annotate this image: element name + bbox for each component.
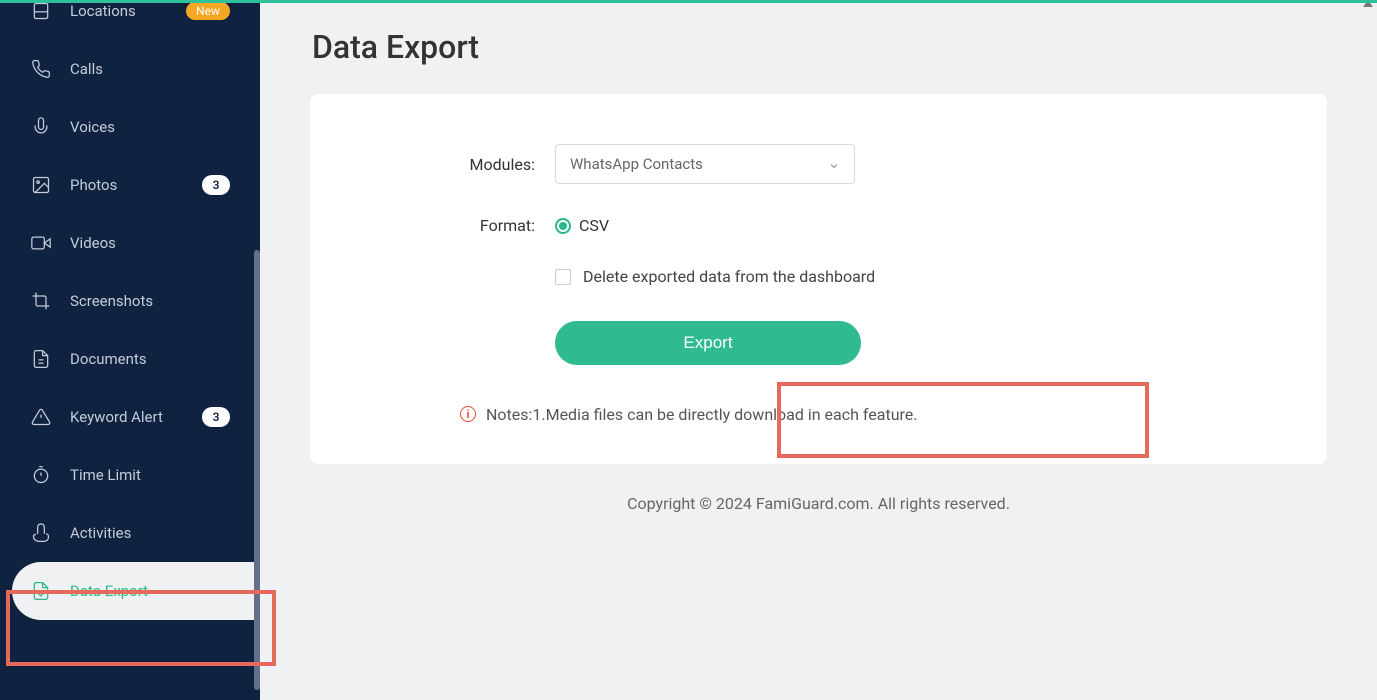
alert-icon bbox=[30, 406, 52, 428]
delete-label: Delete exported data from the dashboard bbox=[583, 267, 875, 286]
sidebar-item-documents[interactable]: Documents bbox=[0, 330, 260, 388]
format-radio-csv[interactable]: CSV bbox=[555, 216, 609, 235]
sidebar-item-label: Time Limit bbox=[70, 466, 141, 484]
sidebar-item-label: Videos bbox=[70, 234, 116, 252]
page-title: Data Export bbox=[312, 28, 1377, 66]
sidebar-item-data-export[interactable]: Data Export bbox=[12, 562, 260, 620]
image-icon bbox=[30, 174, 52, 196]
export-card: Modules: WhatsApp Contacts Format: CSV D… bbox=[310, 94, 1327, 464]
sidebar-item-label: Documents bbox=[70, 350, 147, 368]
sidebar-item-label: Photos bbox=[70, 176, 117, 194]
modules-select[interactable]: WhatsApp Contacts bbox=[555, 144, 855, 184]
sidebar-item-voices[interactable]: Voices bbox=[0, 98, 260, 156]
format-row: Format: CSV bbox=[370, 216, 1267, 235]
sidebar-item-label: Locations bbox=[70, 2, 136, 20]
chevron-down-icon bbox=[828, 158, 840, 170]
video-icon bbox=[30, 232, 52, 254]
notes-row: i Notes:1.Media files can be directly do… bbox=[460, 405, 1267, 424]
sidebar-item-label: Calls bbox=[70, 60, 103, 78]
sidebar-item-time-limit[interactable]: Time Limit bbox=[0, 446, 260, 504]
sidebar-item-photos[interactable]: Photos 3 bbox=[0, 156, 260, 214]
phone-icon bbox=[30, 58, 52, 80]
sidebar-item-label: Voices bbox=[70, 118, 115, 136]
modules-label: Modules: bbox=[370, 155, 535, 174]
sidebar-item-label: Screenshots bbox=[70, 292, 153, 310]
sidebar-item-calls[interactable]: Calls bbox=[0, 40, 260, 98]
pointer-icon bbox=[30, 522, 52, 544]
sidebar-item-locations[interactable]: Locations New bbox=[0, 0, 260, 40]
radio-icon bbox=[555, 218, 571, 234]
main-content: Data Export Modules: WhatsApp Contacts F… bbox=[260, 0, 1377, 700]
sidebar: Locations New Calls Voices Photos 3 Vide… bbox=[0, 0, 260, 700]
delete-checkbox[interactable]: Delete exported data from the dashboard bbox=[555, 267, 875, 286]
crop-icon bbox=[30, 290, 52, 312]
badge-count: 3 bbox=[202, 407, 230, 427]
modules-value: WhatsApp Contacts bbox=[570, 155, 703, 173]
format-value: CSV bbox=[579, 216, 609, 235]
sidebar-item-label: Keyword Alert bbox=[70, 408, 163, 426]
mic-icon bbox=[30, 116, 52, 138]
format-label: Format: bbox=[370, 216, 535, 235]
sidebar-item-activities[interactable]: Activities bbox=[0, 504, 260, 562]
export-icon bbox=[30, 580, 52, 602]
badge-new: New bbox=[186, 2, 230, 20]
sidebar-item-label: Data Export bbox=[70, 582, 148, 600]
badge-count: 3 bbox=[202, 175, 230, 195]
modules-row: Modules: WhatsApp Contacts bbox=[370, 144, 1267, 184]
notes-text: Notes:1.Media files can be directly down… bbox=[486, 405, 918, 424]
sidebar-item-screenshots[interactable]: Screenshots bbox=[0, 272, 260, 330]
checkbox-icon bbox=[555, 269, 571, 285]
copyright: Copyright © 2024 FamiGuard.com. All righ… bbox=[260, 494, 1377, 513]
sidebar-item-keyword-alert[interactable]: Keyword Alert 3 bbox=[0, 388, 260, 446]
sidebar-item-label: Activities bbox=[70, 524, 131, 542]
stopwatch-icon bbox=[30, 464, 52, 486]
progress-bar bbox=[0, 0, 1377, 3]
export-button[interactable]: Export bbox=[555, 321, 861, 365]
info-icon: i bbox=[460, 406, 476, 422]
file-icon bbox=[30, 348, 52, 370]
sidebar-item-videos[interactable]: Videos bbox=[0, 214, 260, 272]
map-pin-icon bbox=[30, 0, 52, 22]
